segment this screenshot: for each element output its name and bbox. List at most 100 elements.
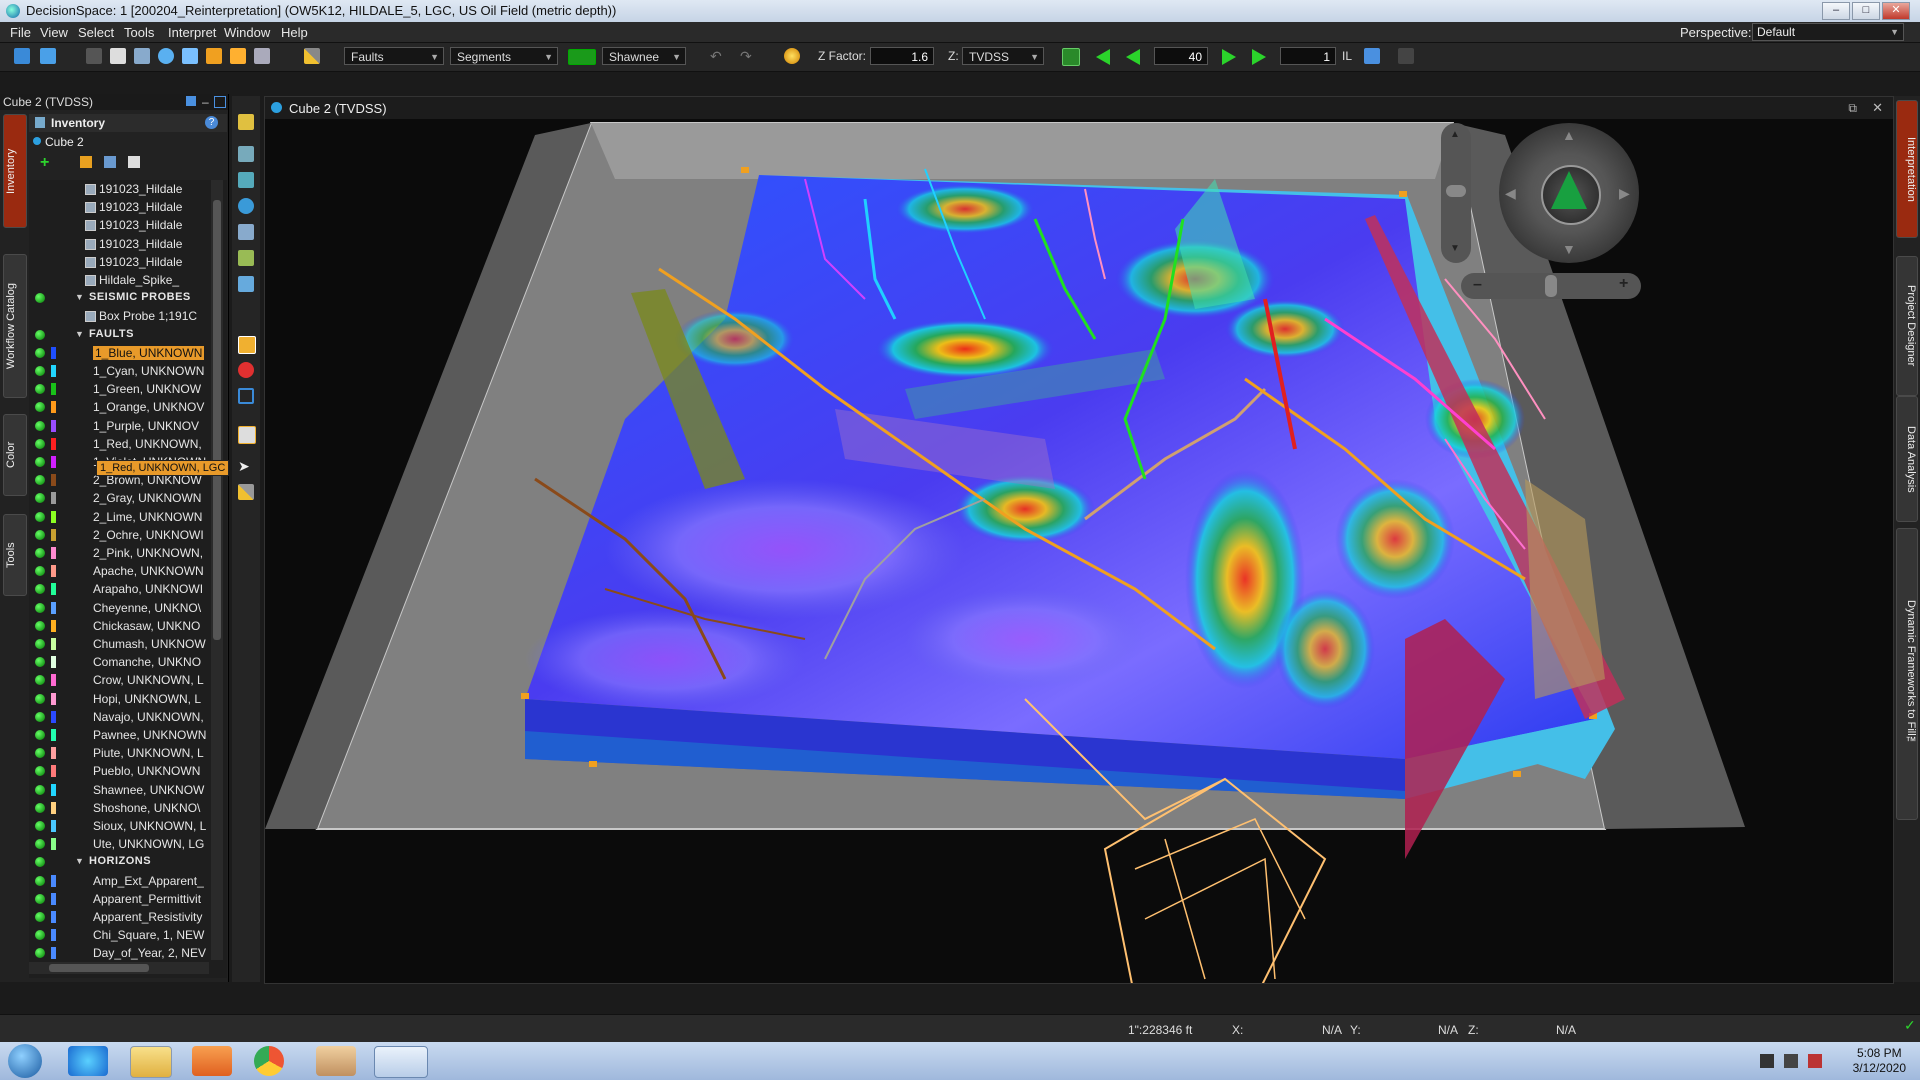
tree-item[interactable]: Ute, UNKNOWN, LG: [29, 835, 209, 853]
zoom-box-icon[interactable]: [238, 146, 254, 162]
visibility-toggle-icon[interactable]: [35, 293, 45, 304]
tree-item[interactable]: Day_of_Year, 2, NEV: [29, 944, 209, 962]
tab-interpretation[interactable]: Interpretation: [1896, 100, 1918, 238]
visibility-toggle-icon[interactable]: [35, 384, 45, 395]
tree-item[interactable]: 1_Purple, UNKNOV: [29, 417, 209, 435]
arrow-tool-icon[interactable]: [206, 48, 222, 64]
pan-down-icon[interactable]: ▼: [1562, 241, 1576, 257]
expand-chevron-icon[interactable]: ▼: [75, 292, 84, 302]
tree-item[interactable]: 1_Cyan, UNKNOWN: [29, 362, 209, 380]
tab-data-analysis[interactable]: Data Analysis: [1896, 396, 1918, 522]
3d-viewport[interactable]: Cube 2 (TVDSS) ⧉ ✕ ▲ ▼ ▲ ▼ ◀ ▶ – +: [264, 96, 1894, 984]
menu-interpret[interactable]: Interpret: [168, 25, 216, 40]
tree-item[interactable]: 2_Ochre, UNKNOWI: [29, 526, 209, 544]
tab-workflow-catalog[interactable]: Workflow Catalog: [3, 254, 27, 398]
segment-mode-select[interactable]: Segments ▼: [450, 47, 558, 65]
menu-help[interactable]: Help: [281, 25, 308, 40]
tree-item[interactable]: Hopi, UNKNOWN, L: [29, 690, 209, 708]
internet-explorer-icon[interactable]: [68, 1046, 108, 1076]
menu-tools[interactable]: Tools: [124, 25, 154, 40]
color-swatch[interactable]: [51, 911, 56, 923]
color-swatch[interactable]: [51, 547, 56, 559]
z-domain-select[interactable]: TVDSS ▼: [962, 47, 1044, 65]
menu-file[interactable]: File: [10, 25, 31, 40]
color-swatch[interactable]: [51, 510, 56, 523]
color-swatch[interactable]: [51, 874, 56, 887]
visibility-toggle-icon[interactable]: [35, 548, 45, 558]
help-icon[interactable]: ?: [205, 116, 218, 129]
screenshot-icon[interactable]: [254, 48, 270, 64]
start-button[interactable]: [8, 1044, 42, 1078]
tree-item[interactable]: Chi_Square, 1, NEW: [29, 926, 209, 944]
tab-dynamic-frameworks[interactable]: Dynamic Frameworks to Fill™: [1896, 528, 1918, 820]
color-swatch[interactable]: [51, 692, 56, 705]
tree-item[interactable]: Pawnee, UNKNOWN: [29, 726, 209, 744]
media-player-icon[interactable]: [192, 1046, 232, 1076]
color-swatch[interactable]: [51, 801, 56, 814]
close-view-icon[interactable]: ✕: [1872, 100, 1883, 116]
color-swatch[interactable]: [51, 656, 56, 669]
tree-item[interactable]: Apparent_Permittivit: [29, 890, 209, 908]
tree-item[interactable]: Box Probe 1;191C: [29, 307, 209, 325]
close-button[interactable]: ✕: [1882, 2, 1910, 20]
visibility-toggle-icon[interactable]: [35, 529, 45, 540]
tilt-down-icon[interactable]: ▼: [1450, 243, 1460, 254]
tree-item[interactable]: 2_Gray, UNKNOWN: [29, 489, 209, 507]
visibility-toggle-icon[interactable]: [35, 802, 45, 813]
tree-scrollbar[interactable]: [211, 180, 223, 960]
visibility-toggle-icon[interactable]: [35, 675, 45, 686]
clock[interactable]: 5:08 PM 3/12/2020: [1853, 1046, 1906, 1076]
tab-inventory[interactable]: Inventory: [3, 114, 27, 228]
visibility-toggle-icon[interactable]: [35, 457, 45, 467]
visibility-toggle-icon[interactable]: [35, 639, 45, 649]
step-back-icon[interactable]: [1096, 49, 1110, 65]
tree-item[interactable]: Comanche, UNKNO: [29, 653, 209, 671]
tree-item[interactable]: Shoshone, UNKNO\: [29, 799, 209, 817]
decisionspace-task-icon[interactable]: [374, 1046, 428, 1078]
color-swatch[interactable]: [51, 346, 56, 359]
tree-item[interactable]: 191023_Hildale: [29, 235, 209, 253]
visibility-toggle-icon[interactable]: [35, 566, 45, 577]
visibility-toggle-icon[interactable]: [35, 893, 45, 904]
sync-icon[interactable]: [1062, 48, 1080, 66]
tree-item[interactable]: 191023_Hildale: [29, 198, 209, 216]
action-center-icon[interactable]: [1808, 1054, 1822, 1068]
color-swatch[interactable]: [51, 710, 56, 723]
zoom-slider[interactable]: – +: [1461, 273, 1641, 299]
collapse-icon[interactable]: [104, 156, 116, 168]
volume-icon[interactable]: [1760, 1054, 1774, 1068]
interpretation-mode-select[interactable]: Faults ▼: [344, 47, 444, 65]
visibility-toggle-icon[interactable]: [35, 857, 45, 868]
visibility-toggle-icon[interactable]: [35, 511, 45, 522]
visibility-toggle-icon[interactable]: [35, 711, 45, 722]
visibility-toggle-icon[interactable]: [35, 839, 45, 850]
pan-left-icon[interactable]: ◀: [1505, 185, 1516, 202]
tree-group[interactable]: ▼ FAULTS: [29, 326, 209, 344]
lighting-icon[interactable]: [784, 48, 800, 64]
visibility-toggle-icon[interactable]: [35, 766, 45, 777]
color-swatch[interactable]: [51, 528, 56, 541]
color-swatch[interactable]: [51, 674, 56, 687]
visibility-toggle-icon[interactable]: [35, 821, 45, 831]
zfactor-input[interactable]: 1.6: [870, 47, 934, 65]
fault-name-select[interactable]: Shawnee ▼: [602, 47, 686, 65]
draw-tool-icon[interactable]: [238, 336, 256, 354]
tree-item[interactable]: Hildale_Spike_: [29, 271, 209, 289]
maximize-button[interactable]: □: [1852, 2, 1880, 20]
tree-group[interactable]: ▼ HORIZONS: [29, 853, 209, 871]
navigation-dial[interactable]: ▲ ▼ ◀ ▶: [1499, 123, 1639, 263]
record-icon[interactable]: [238, 362, 254, 378]
tree-item[interactable]: 191023_Hildale: [29, 253, 209, 271]
visibility-toggle-icon[interactable]: [35, 475, 45, 486]
color-swatch[interactable]: [51, 765, 56, 778]
visibility-toggle-icon[interactable]: [35, 748, 45, 759]
tab-tools[interactable]: Tools: [3, 514, 27, 596]
save-icon[interactable]: [86, 48, 102, 64]
color-swatch[interactable]: [51, 947, 56, 960]
tree-item[interactable]: Arapaho, UNKNOWI: [29, 580, 209, 598]
tilt-up-icon[interactable]: ▲: [1450, 129, 1460, 140]
globe-icon[interactable]: [158, 48, 174, 64]
fault-color-swatch[interactable]: [568, 49, 596, 65]
perspective-select[interactable]: Default ▼: [1752, 23, 1904, 41]
tree-item[interactable]: Navajo, UNKNOWN,: [29, 708, 209, 726]
